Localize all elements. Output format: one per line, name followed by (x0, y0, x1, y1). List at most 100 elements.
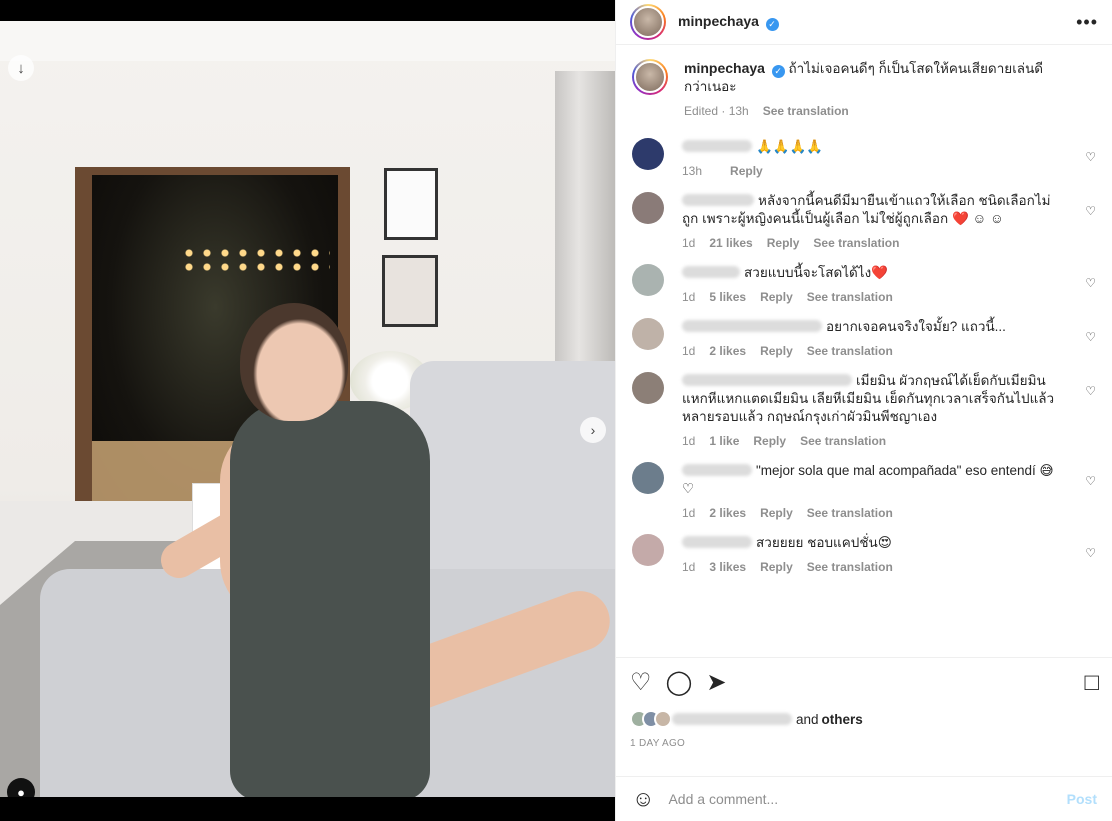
avatar (654, 710, 672, 728)
comment-text: สวยแบบนี้จะโสดได้ไง❤️ (744, 265, 888, 280)
liker-avatars (630, 710, 672, 728)
comment-input[interactable] (668, 791, 1067, 807)
avatar[interactable] (630, 4, 666, 40)
avatar[interactable] (632, 264, 664, 296)
comment-text-line: หลังจากนี้คนดีมีมายืนเข้าแถวให้เลือก ชนิ… (682, 192, 1066, 228)
photo-curtain (555, 71, 615, 391)
more-options-icon[interactable]: ••• (1076, 12, 1098, 33)
comment-like-heart-icon[interactable]: ♡ (1085, 276, 1096, 290)
username[interactable]: minpechaya (678, 13, 759, 29)
comment-time[interactable]: 1d (682, 290, 695, 304)
commenter-name-blurred[interactable] (682, 464, 752, 476)
photo-wall-frame (382, 255, 438, 327)
comment-meta: 13h Reply (682, 164, 1066, 178)
post-photo[interactable]: ↓ › ● (0, 21, 615, 797)
avatar[interactable] (632, 138, 664, 170)
liker-name-blurred (672, 713, 792, 725)
comment-text: อยากเจอคนจริงใจมั้ย? แถวนี้... (826, 319, 1006, 334)
likes-summary[interactable]: and others (630, 710, 1099, 728)
reply-button[interactable]: Reply (760, 560, 793, 574)
reply-button[interactable]: Reply (730, 164, 763, 178)
comment-like-heart-icon[interactable]: ♡ (1085, 546, 1096, 560)
avatar[interactable] (632, 372, 664, 404)
avatar[interactable] (632, 462, 664, 494)
comment-time[interactable]: 1d (682, 506, 695, 520)
comment-text-line: สวยแบบนี้จะโสดได้ไง❤️ (682, 264, 1066, 282)
avatar[interactable] (632, 59, 668, 95)
comment-icon[interactable]: ◯ (666, 670, 693, 696)
comment-time[interactable]: 1d (682, 434, 695, 448)
see-translation-link[interactable]: See translation (807, 506, 893, 520)
commenter-name-blurred[interactable] (682, 374, 852, 386)
avatar[interactable] (632, 534, 664, 566)
comment-likes[interactable]: 5 likes (709, 290, 746, 304)
reply-button[interactable]: Reply (760, 506, 793, 520)
add-comment-bar: ☺ Post (616, 776, 1112, 821)
comment-text-line: 🙏🙏🙏🙏 (682, 138, 1066, 156)
reply-button[interactable]: Reply (753, 434, 786, 448)
reply-button[interactable]: Reply (767, 236, 800, 250)
comment-meta: 1d 1 like Reply See translation (682, 434, 1066, 448)
commenter-name-blurred[interactable] (682, 536, 752, 548)
comment-body: 🙏🙏🙏🙏 13h Reply (682, 138, 1096, 178)
comment-time[interactable]: 1d (682, 344, 695, 358)
like-heart-icon[interactable]: ♡ (630, 670, 652, 696)
reply-button[interactable]: Reply (760, 344, 793, 358)
post-media: ↓ › ● (0, 0, 615, 821)
comment-text-line: "mejor sola que mal acompañada" eso ente… (682, 462, 1066, 498)
next-slide-button[interactable]: › (580, 417, 606, 443)
verified-badge-icon: ✓ (765, 18, 779, 31)
caption-username[interactable]: minpechaya (684, 60, 765, 76)
comment-text: 🙏🙏🙏🙏 (756, 139, 824, 154)
likes-others-link[interactable]: others (822, 712, 863, 727)
comment-item: หลังจากนี้คนดีมีมายืนเข้าแถวให้เลือก ชนิ… (632, 192, 1096, 250)
comment-likes[interactable]: 2 likes (709, 344, 746, 358)
comment-rows: 🙏🙏🙏🙏 13h Reply ♡ หลังจากนี้คนดีมีมายืนเข้าแถ… (632, 138, 1096, 574)
comment-like-heart-icon[interactable]: ♡ (1085, 330, 1096, 344)
post-comment-button[interactable]: Post (1067, 791, 1097, 807)
comment-body: เมียมิน ผัวกฤษณ์ได้เย็ดกับเมียมิน แหกหีแ… (682, 372, 1096, 448)
header-user: minpechaya ✓ (678, 13, 779, 31)
see-translation-link[interactable]: See translation (763, 104, 849, 118)
see-translation-link[interactable]: See translation (807, 560, 893, 574)
see-translation-link[interactable]: See translation (813, 236, 899, 250)
bookmark-icon[interactable]: □ (1085, 670, 1100, 696)
comment-likes[interactable]: 3 likes (709, 560, 746, 574)
download-icon[interactable]: ↓ (8, 55, 34, 81)
caption-text: minpechaya ✓ ถ้าไม่เจอคนดีๆ ก็เป็นโสดให้… (684, 59, 1066, 96)
comment-likes[interactable]: 21 likes (709, 236, 752, 250)
post-panel: minpechaya ✓ ••• minpechaya ✓ ถ้าไม่เจอค… (615, 0, 1112, 821)
emoji-icon[interactable]: ☺ (632, 786, 654, 812)
comment-like-heart-icon[interactable]: ♡ (1085, 204, 1096, 218)
commenter-name-blurred[interactable] (682, 140, 752, 152)
comment-time[interactable]: 1d (682, 560, 695, 574)
comment-time[interactable]: 1d (682, 236, 695, 250)
comment-body: สวยยยย ชอบแคปชั่น😍 1d 3 likes Reply See tran… (682, 534, 1096, 574)
comment-text: สวยยยย ชอบแคปชั่น😍 (756, 535, 892, 550)
avatar[interactable] (632, 318, 664, 350)
comment-like-heart-icon[interactable]: ♡ (1085, 150, 1096, 164)
commenter-name-blurred[interactable] (682, 320, 822, 332)
comments-list[interactable]: minpechaya ✓ ถ้าไม่เจอคนดีๆ ก็เป็นโสดให้… (616, 45, 1112, 657)
commenter-name-blurred[interactable] (682, 266, 740, 278)
comment-like-heart-icon[interactable]: ♡ (1085, 384, 1096, 398)
see-translation-link[interactable]: See translation (800, 434, 886, 448)
share-send-icon[interactable]: ➤ (706, 670, 726, 696)
commenter-name-blurred[interactable] (682, 194, 754, 206)
see-translation-link[interactable]: See translation (807, 344, 893, 358)
comment-likes[interactable]: 1 like (709, 434, 739, 448)
comment-body: สวยแบบนี้จะโสดได้ไง❤️ 1d 5 likes Reply See t… (682, 264, 1096, 304)
caption-meta: Edited · 13h See translation (684, 104, 1066, 118)
comment-body: หลังจากนี้คนดีมีมายืนเข้าแถวให้เลือก ชนิ… (682, 192, 1096, 250)
caption-body: minpechaya ✓ ถ้าไม่เจอคนดีๆ ก็เป็นโสดให้… (684, 59, 1096, 118)
comment-meta: 1d 21 likes Reply See translation (682, 236, 1066, 250)
comment-time[interactable]: 13h (682, 164, 702, 178)
reply-button[interactable]: Reply (760, 290, 793, 304)
see-translation-link[interactable]: See translation (807, 290, 893, 304)
post-timestamp[interactable]: 1 DAY AGO (630, 738, 1099, 749)
comment-likes[interactable]: 2 likes (709, 506, 746, 520)
avatar[interactable] (632, 192, 664, 224)
photo-wall-frame (384, 168, 438, 240)
post-header: minpechaya ✓ ••• (616, 0, 1112, 45)
comment-like-heart-icon[interactable]: ♡ (1085, 474, 1096, 488)
